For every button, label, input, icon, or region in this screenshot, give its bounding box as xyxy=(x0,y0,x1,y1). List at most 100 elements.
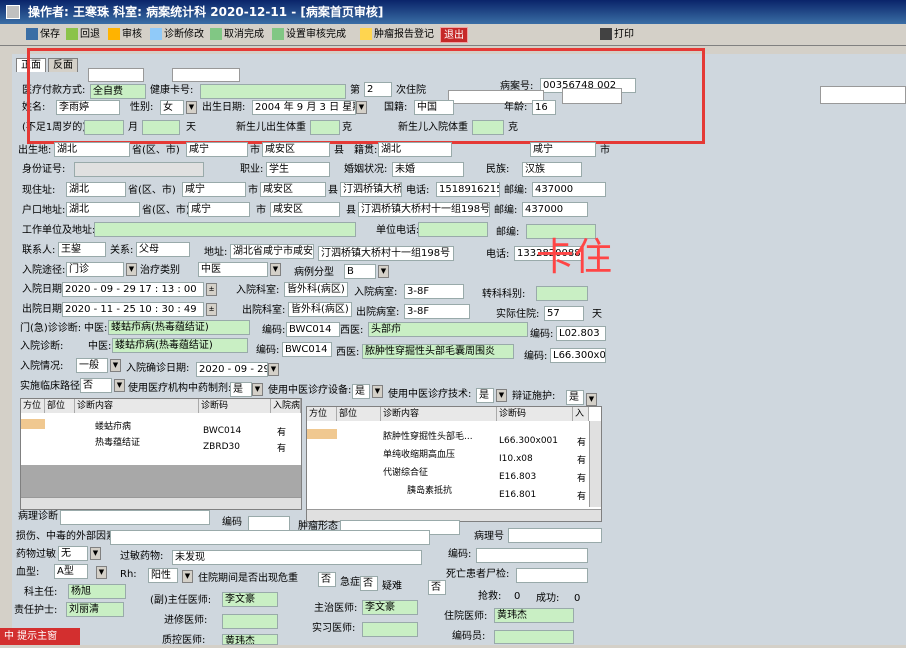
current-province-field[interactable]: 湖北 xyxy=(66,182,126,197)
critical-field[interactable]: 否 xyxy=(318,572,336,587)
admission-date-spinner[interactable]: ± xyxy=(206,283,217,296)
zip-field[interactable]: 437000 xyxy=(532,182,606,197)
nursing-care-dropdown[interactable]: ▼ xyxy=(586,393,597,406)
discharge-ward-field[interactable]: 3-8F xyxy=(404,304,470,319)
admission-route-field[interactable]: 门诊 xyxy=(66,262,124,277)
work-unit-field[interactable] xyxy=(94,222,356,237)
outpatient-tcm-diagnosis-field[interactable]: 蝼蛄疖病(热毒蕴结证) xyxy=(108,320,250,335)
admission-tcm-code-field[interactable]: BWC014 xyxy=(282,342,332,357)
tcm-equipment-field[interactable]: 是 xyxy=(352,384,370,399)
admission-condition-field[interactable]: 一般 xyxy=(76,358,108,373)
blood-type-dropdown[interactable]: ▼ xyxy=(96,566,107,579)
clinical-pathway-field[interactable]: 否 xyxy=(80,378,112,393)
tcm-technique-field[interactable]: 是 xyxy=(476,388,494,403)
pathology-code-field[interactable] xyxy=(248,516,290,531)
set-audit-done-button[interactable]: 设置审核完成 xyxy=(272,27,346,43)
contact-address-field-2[interactable]: 汀泗桥镇大桥村十一组198号 xyxy=(318,246,454,261)
blood-type-field[interactable]: A型 xyxy=(54,564,88,579)
occupation-field[interactable]: 学生 xyxy=(266,162,330,177)
confirm-date-dropdown[interactable]: ▼ xyxy=(268,363,279,376)
emergency-field[interactable]: 否 xyxy=(360,576,378,591)
nursing-care-field[interactable]: 是 xyxy=(566,390,584,405)
table-cell[interactable]: L66.300x001 xyxy=(499,435,558,447)
audit-button[interactable]: 审核 xyxy=(108,27,142,43)
associate-chief-field[interactable]: 李文豪 xyxy=(222,592,278,607)
qc-doctor-field[interactable]: 黄玮杰 xyxy=(222,634,278,645)
success-count[interactable]: 0 xyxy=(574,592,580,606)
table-cell[interactable]: E16.801 xyxy=(499,489,536,501)
relation-field[interactable]: 父母 xyxy=(136,242,190,257)
taskbar-button[interactable]: 中 提示主窗 xyxy=(0,628,80,645)
current-address-detail-field[interactable]: 汀泗桥镇大桥村 xyxy=(340,182,402,197)
table-cell[interactable]: 有 xyxy=(577,437,586,449)
pathology-field[interactable] xyxy=(60,510,210,525)
tcm-technique-dropdown[interactable]: ▼ xyxy=(496,389,507,402)
id-number-field[interactable] xyxy=(74,162,204,177)
current-county-field[interactable]: 咸安区 xyxy=(260,182,326,197)
drug-allergy-dropdown[interactable]: ▼ xyxy=(90,547,101,560)
attending-field[interactable]: 李文豪 xyxy=(362,600,418,615)
transfer-dept-field[interactable] xyxy=(536,286,588,301)
coder-field[interactable] xyxy=(494,630,574,644)
outpatient-western-code-field[interactable]: L02.803 xyxy=(556,326,606,341)
hukou-zip-field[interactable]: 437000 xyxy=(522,202,588,217)
phone-field[interactable]: 15189162155 xyxy=(436,182,500,197)
table-cell[interactable]: 蝼蛄疖病 xyxy=(95,421,131,433)
outpatient-western-diagnosis-field[interactable]: 头部疖 xyxy=(368,322,528,337)
tcm-preparation-field[interactable]: 是 xyxy=(230,382,252,397)
admission-dept-field[interactable]: 皆外科(病区) xyxy=(284,282,348,297)
table-cell[interactable]: 有 xyxy=(577,455,586,467)
advanced-study-field[interactable] xyxy=(222,614,278,629)
discharge-date-field[interactable]: 2020 - 11 - 25 10 : 30 : 49 xyxy=(62,302,204,317)
table-cell[interactable]: 单纯收缩期高血压 xyxy=(383,449,455,461)
marital-status-field[interactable]: 未婚 xyxy=(392,162,464,177)
allergy-drugs-field[interactable]: 未发现 xyxy=(172,550,422,565)
rh-field[interactable]: 阳性 xyxy=(148,568,178,583)
table-cell[interactable]: 有 xyxy=(577,473,586,485)
treatment-type-field[interactable]: 中医 xyxy=(198,262,268,277)
table-cell[interactable]: 胰岛素抵抗 xyxy=(407,485,452,497)
table-cell[interactable]: E16.803 xyxy=(499,471,536,483)
nurse-field[interactable]: 刘丽清 xyxy=(66,602,124,617)
confirm-date-field[interactable]: 2020 - 09 - 29 xyxy=(196,362,268,377)
drug-allergy-field[interactable]: 无 xyxy=(58,546,88,561)
rescue-count[interactable]: 0 xyxy=(514,590,520,604)
print-button[interactable]: 打印 xyxy=(600,27,634,43)
discharge-date-spinner[interactable]: ± xyxy=(206,303,217,316)
admission-date-field[interactable]: 2020 - 09 - 29 17 : 13 : 00 xyxy=(62,282,204,297)
resident-field[interactable]: 黄玮杰 xyxy=(494,608,574,623)
case-type-dropdown[interactable]: ▼ xyxy=(378,265,389,278)
tcm-equipment-dropdown[interactable]: ▼ xyxy=(372,385,383,398)
exit-button[interactable]: 退出 xyxy=(440,27,468,43)
table-cell[interactable]: 有 xyxy=(277,443,286,455)
table-cell[interactable]: 有 xyxy=(577,491,586,503)
hukou-detail-field[interactable]: 汀泗桥镇大桥村十一组198号 xyxy=(358,202,490,217)
table-cell[interactable]: ZBRD30 xyxy=(203,441,240,453)
table-cell[interactable]: BWC014 xyxy=(203,425,241,437)
injury-cause-field[interactable] xyxy=(110,530,430,545)
native-city-field[interactable]: 咸宁 xyxy=(530,142,596,157)
actual-stay-field[interactable]: 57 xyxy=(544,306,584,321)
ethnicity-field[interactable]: 汉族 xyxy=(522,162,582,177)
current-city-field[interactable]: 咸宁 xyxy=(182,182,246,197)
tumor-report-button[interactable]: 肿瘤报告登记 xyxy=(360,27,434,43)
difficult-field[interactable]: 否 xyxy=(428,580,446,595)
vertical-scrollbar[interactable] xyxy=(589,421,601,507)
table-cell[interactable]: 有 xyxy=(277,427,286,439)
hukou-county-field[interactable]: 咸安区 xyxy=(270,202,340,217)
pathology-number-field[interactable] xyxy=(508,528,602,543)
diagnosis-edit-button[interactable]: 诊断修改 xyxy=(150,27,204,43)
admission-condition-dropdown[interactable]: ▼ xyxy=(110,359,121,372)
admission-ward-field[interactable]: 3-8F xyxy=(404,284,464,299)
admission-route-dropdown[interactable]: ▼ xyxy=(126,263,137,276)
tcm-preparation-dropdown[interactable]: ▼ xyxy=(252,383,263,396)
hukou-city-field[interactable]: 咸宁 xyxy=(188,202,250,217)
native-province-field[interactable]: 湖北 xyxy=(378,142,452,157)
hukou-province-field[interactable]: 湖北 xyxy=(66,202,140,217)
clinical-pathway-dropdown[interactable]: ▼ xyxy=(114,379,125,392)
treatment-type-dropdown[interactable]: ▼ xyxy=(270,263,281,276)
horizontal-scrollbar[interactable] xyxy=(21,497,301,509)
work-phone-field[interactable] xyxy=(418,222,488,237)
birthplace-city-field[interactable]: 咸宁 xyxy=(186,142,248,157)
cancel-done-button[interactable]: 取消完成 xyxy=(210,27,264,43)
